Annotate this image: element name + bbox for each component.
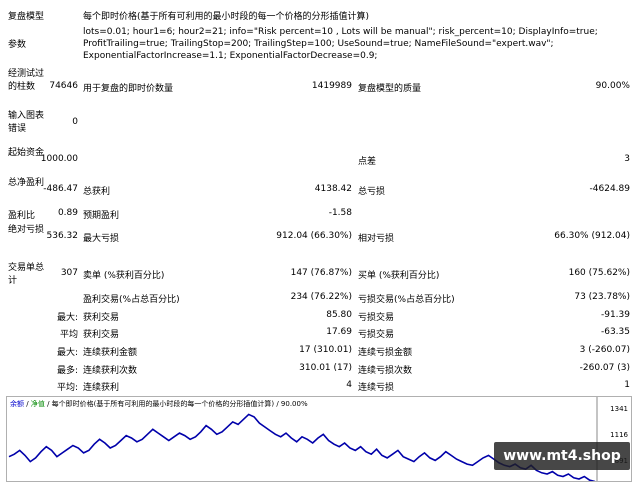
most-cons-loss-label: 连续亏损次数 [358,366,413,376]
average-profit-value: 17.69 [326,327,352,337]
ticks-label: 用于复盘的即时价数量 [83,84,174,94]
most-cons-loss-value: -260.07 (3) [579,363,630,373]
deposit-value: 1000.00 [40,154,78,164]
avg-cons-losses-value: 1 [624,380,630,390]
max-cons-wins-value: 17 (310.01) [299,345,352,355]
avg-cons-wins-label: 连续获利 [83,383,120,393]
max-cons-losses-label: 连续亏损金额 [358,348,413,358]
gross-loss-value: -4624.89 [589,184,630,194]
expected-label: 预期盈利 [83,211,120,221]
max-label: 最大: [56,348,78,358]
quality-label: 复盘模型的质量 [358,84,422,94]
abs-dd-value: 536.32 [46,231,79,241]
average-label: 平均 [59,330,78,340]
loss-trades-value: 73 (23.78%) [574,292,630,302]
avg-label: 平均: [56,383,78,393]
pf-value: 0.89 [57,208,78,218]
avg-cons-wins-value: 4 [346,380,352,390]
profit-trades-value: 234 (76.22%) [290,292,352,302]
params-label: 参数 [8,40,27,50]
largest-label: 最大: [56,313,78,323]
errors-value: 0 [72,117,78,127]
short-value: 147 (76.87%) [290,268,352,278]
max-cons-wins-label: 连续获利金额 [83,348,138,358]
largest-profit-value: 85.80 [326,310,352,320]
most-cons-profit-value: 310.01 (17) [299,363,352,373]
loss-trades-label: 亏损交易(%占总百分比) [358,295,455,305]
avg-cons-losses-label: 连续亏损 [358,383,395,393]
params-value: lots=0.01; hour1=6; hour2=21; info="Risk… [83,27,598,61]
long-label: 买单 (%获利百分比) [358,271,440,281]
net-value: -486.47 [43,184,78,194]
average-loss-label: 亏损交易 [358,330,395,340]
model-value: 每个即时价格(基于所有可利用的最小时段的每一个价格的分形插值计算) [83,12,370,22]
long-value: 160 (75.62%) [568,268,630,278]
largest-profit-label: 获利交易 [83,313,120,323]
profit-trades-label: 盈利交易(%占总百分比) [83,295,180,305]
max-dd-label: 最大亏损 [83,234,120,244]
spread-label: 点差 [358,157,377,167]
bars-value: 74646 [49,81,78,91]
average-loss-value: -63.35 [600,327,630,337]
gross-loss-label: 总亏损 [358,187,386,197]
gross-profit-value: 4138.42 [314,184,352,194]
max-dd-value: 912.04 (66.30%) [276,231,352,241]
largest-loss-value: -91.39 [600,310,630,320]
max-cons-losses-value: 3 (-260.07) [579,345,630,355]
y-tick-label: 1116 [610,431,628,439]
ticks-value: 1419989 [311,81,352,91]
trades-value: 307 [60,268,78,278]
average-profit-label: 获利交易 [83,330,120,340]
y-tick-label: 1341 [610,405,628,413]
most-cons-profit-label: 连续获利次数 [83,366,138,376]
expected-value: -1.58 [328,208,352,218]
spread-value: 3 [624,154,630,164]
largest-loss-label: 亏损交易 [358,313,395,323]
model-label: 复盘模型 [8,12,45,22]
watermark-www-mt4-shop: www.mt4.shop [494,442,630,470]
short-label: 卖单 (%获利百分比) [83,271,165,281]
quality-value: 90.00% [595,81,630,91]
most-label: 最多: [56,366,78,376]
gross-profit-label: 总获利 [83,187,111,197]
rel-dd-label: 相对亏损 [358,234,395,244]
rel-dd-value: 66.30% (912.04) [554,231,630,241]
